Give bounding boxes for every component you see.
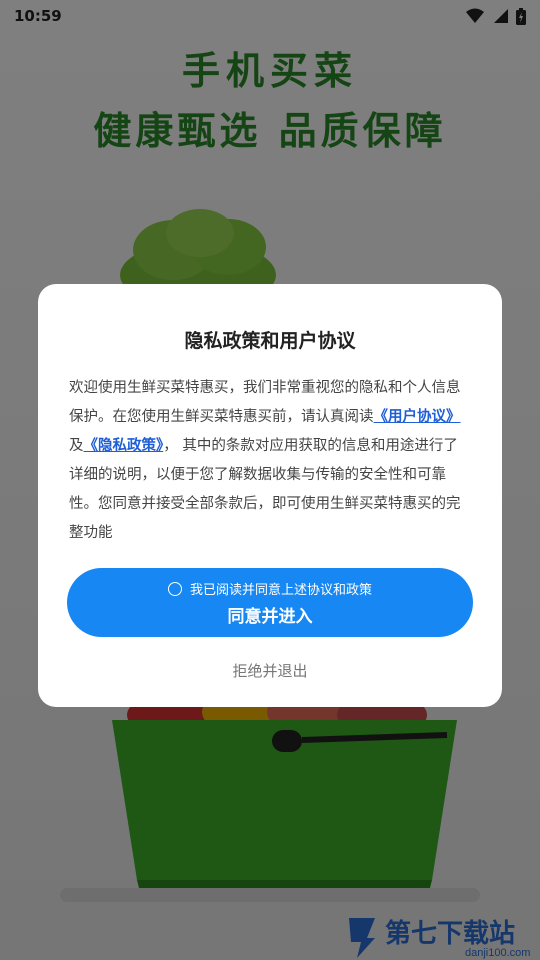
- reject-and-exit-button[interactable]: 拒绝并退出: [38, 660, 502, 681]
- dialog-body: 欢迎使用生鲜买菜特惠买，我们非常重视您的隐私和个人信息保护。在您使用生鲜买菜特惠…: [69, 374, 471, 548]
- consent-radio-icon[interactable]: [167, 581, 182, 596]
- agree-button-label: 同意并进入: [227, 607, 313, 627]
- privacy-dialog: 隐私政策和用户协议 欢迎使用生鲜买菜特惠买，我们非常重视您的隐私和个人信息保护。…: [38, 284, 502, 707]
- consent-checkbox-label: 我已阅读并同意上述协议和政策: [189, 583, 372, 598]
- dialog-title: 隐私政策和用户协议: [184, 330, 356, 352]
- body-text-and: 及: [69, 438, 84, 454]
- user-agreement-link[interactable]: 《用户协议》: [374, 409, 461, 425]
- privacy-policy-link[interactable]: 《隐私政策》: [84, 438, 164, 454]
- consent-checkbox-row[interactable]: 我已阅读并同意上述协议和政策: [67, 579, 473, 598]
- agree-and-enter-button[interactable]: 我已阅读并同意上述协议和政策 同意并进入: [67, 568, 473, 637]
